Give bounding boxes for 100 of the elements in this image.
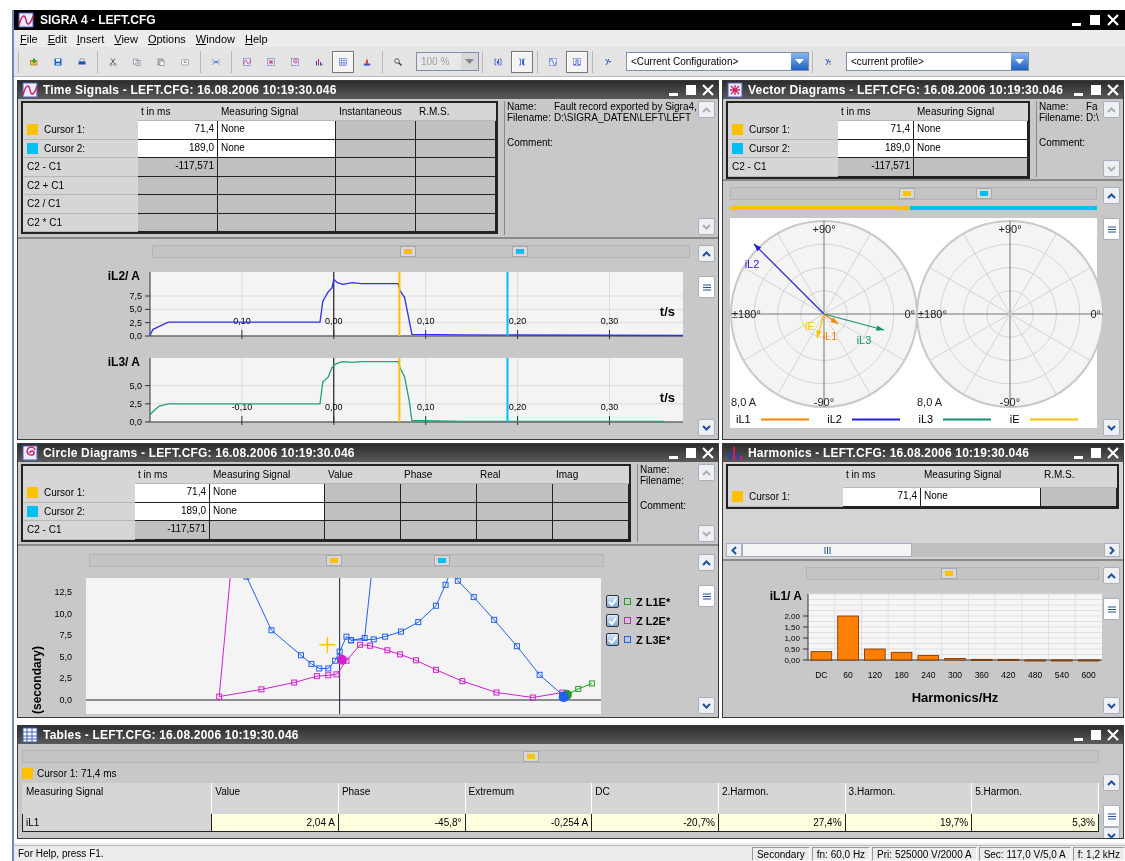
vector-label: iL1 — [822, 330, 838, 342]
tick-label: -0,10 — [231, 402, 253, 412]
row-label: Cursor 2: — [749, 142, 791, 154]
status-text: For Help, press F1. — [17, 848, 105, 859]
tick-label: 420 — [1001, 670, 1016, 680]
vector-label: iL2 — [744, 258, 760, 270]
legend-label: Z L1E* — [636, 595, 671, 608]
table-cell: None — [921, 488, 1041, 507]
status-pane: Pri: 525000 V/2000 A — [872, 846, 977, 861]
row-label: C2 / C1 — [27, 198, 61, 210]
row-label: C2 - C1 — [27, 161, 62, 173]
table-cell: 71,4 — [138, 121, 218, 140]
info-value: Fault record exported by Sigra4, — [554, 101, 697, 112]
tick-label: 600 — [1081, 670, 1096, 680]
cursor-label: Cursor 1: 71,4 ms — [37, 767, 117, 779]
axis-label: ±180° — [732, 308, 761, 320]
row-label: C2 - C1 — [27, 524, 62, 536]
axis-label: +90° — [998, 223, 1022, 235]
tick-label: 540 — [1054, 670, 1069, 680]
tick-label: 0,00 — [784, 656, 800, 665]
status-pane: Sec: 117,0 V/5,0 A — [978, 846, 1071, 861]
tick-label: 5,0 — [129, 304, 142, 315]
tick-label: 180 — [894, 670, 909, 680]
tick-label: 5,0 — [129, 380, 142, 391]
tick-label: 480 — [1028, 670, 1043, 680]
tick-label: 2,5 — [129, 317, 142, 328]
tick-label: 7,5 — [129, 291, 142, 301]
axis-title: t/s — [659, 390, 675, 405]
tick-label: 0,0 — [129, 331, 142, 341]
table-cell: 71,4 — [135, 484, 210, 503]
legend-label: Z L3E* — [636, 633, 671, 646]
row-label: Cursor 1: — [44, 487, 86, 499]
info-value: D:\ — [1086, 112, 1099, 123]
tick-label: 5,0 — [59, 651, 72, 662]
tick-label: 12,5 — [54, 587, 72, 597]
axis-title: iL3/ A — [107, 355, 140, 369]
row-label: C2 + C1 — [27, 179, 64, 191]
info-label: Comment: — [1039, 137, 1086, 148]
row-label: Cursor 1: — [749, 491, 791, 503]
tick-label: 7,5 — [59, 630, 72, 641]
panel-title: Harmonics - LEFT.CFG: 16.08.2006 10:19:30.046 — [748, 446, 1031, 460]
tick-label: 2,5 — [59, 673, 72, 684]
vector-label: iE — [805, 320, 815, 332]
tick-label: 0,10 — [416, 402, 435, 412]
axis-title: iL1/ A — [769, 589, 802, 603]
vector-label: iL3 — [856, 334, 872, 346]
info-value: D:\SIGRA_DATEN\LEFT\LEFT — [554, 112, 692, 123]
axis-label: 8,0 A — [917, 396, 943, 408]
axis-label: ±180° — [918, 308, 947, 320]
legend-label: Z L2E* — [636, 614, 671, 627]
info-label: Filename: — [640, 475, 684, 486]
column-header: Value — [211, 783, 339, 814]
tick-label: 0,20 — [508, 316, 527, 326]
info-label: Name: — [507, 101, 538, 112]
tick-label: 1,00 — [784, 634, 800, 643]
tick-label: 360 — [974, 670, 989, 680]
tick-label: 0,50 — [784, 645, 800, 654]
info-label: Comment: — [507, 137, 554, 148]
axis-label: 0° — [904, 308, 915, 320]
tick-label: 1,50 — [784, 623, 800, 632]
axis-title: (secondary) — [30, 645, 44, 714]
legend-label: iL3 — [918, 413, 934, 425]
column-header: Phase — [338, 783, 466, 814]
column-header: 5.Harmon. — [971, 783, 1099, 814]
info-label: Comment: — [640, 500, 687, 511]
tick-label: 120 — [867, 670, 882, 680]
tick-label: 60 — [843, 670, 853, 680]
row-label: Cursor 1: — [44, 124, 86, 136]
tick-label: 300 — [947, 670, 963, 680]
row-label: C2 - C1 — [732, 161, 767, 173]
legend-label: iL1 — [736, 413, 751, 425]
table-cell: None — [914, 121, 1028, 140]
tick-label: 240 — [921, 670, 936, 680]
table-cell: -117,571 — [838, 158, 914, 177]
info-label: Filename: — [507, 112, 551, 123]
table-cell: 71,4 — [838, 121, 914, 140]
status-pane: f: 1,2 kHz — [1072, 846, 1125, 861]
info-label: Name: — [640, 464, 671, 475]
window-title: SIGRA 4 - LEFT.CFG — [40, 13, 157, 27]
table-cell: -117,571 — [135, 521, 210, 540]
tick-label: 10,0 — [54, 608, 72, 619]
row-label: C2 * C1 — [27, 216, 62, 228]
axis-label: 0° — [1090, 308, 1101, 320]
legend-label: iE — [1009, 413, 1020, 425]
tick-label: 0,0 — [59, 695, 72, 705]
panel-title: Vector Diagrams - LEFT.CFG: 16.08.2006 10:19:30.046 — [748, 83, 1065, 97]
panel-title: Circle Diagrams - LEFT.CFG: 16.08.2006 10:19:30.046 — [43, 446, 356, 460]
status-pane: fn: 60,0 Hz — [811, 846, 871, 861]
info-label: Filename: — [1039, 112, 1083, 123]
tick-label: 0,10 — [416, 316, 435, 326]
tick-label: 0,30 — [600, 402, 619, 412]
axis-label: 8,0 A — [731, 396, 757, 408]
row-label: Cursor 1: — [749, 124, 791, 136]
table-cell: None — [218, 121, 336, 140]
tick-label: 2,5 — [129, 398, 142, 409]
row-label: Cursor 2: — [44, 142, 86, 154]
info-label: Name: — [1039, 101, 1070, 112]
table-cell: -117,571 — [138, 158, 218, 177]
panel-title: Time Signals - LEFT.CFG: 16.08.2006 10:19:30.046 — [43, 83, 338, 97]
tick-label: DC — [815, 670, 828, 680]
